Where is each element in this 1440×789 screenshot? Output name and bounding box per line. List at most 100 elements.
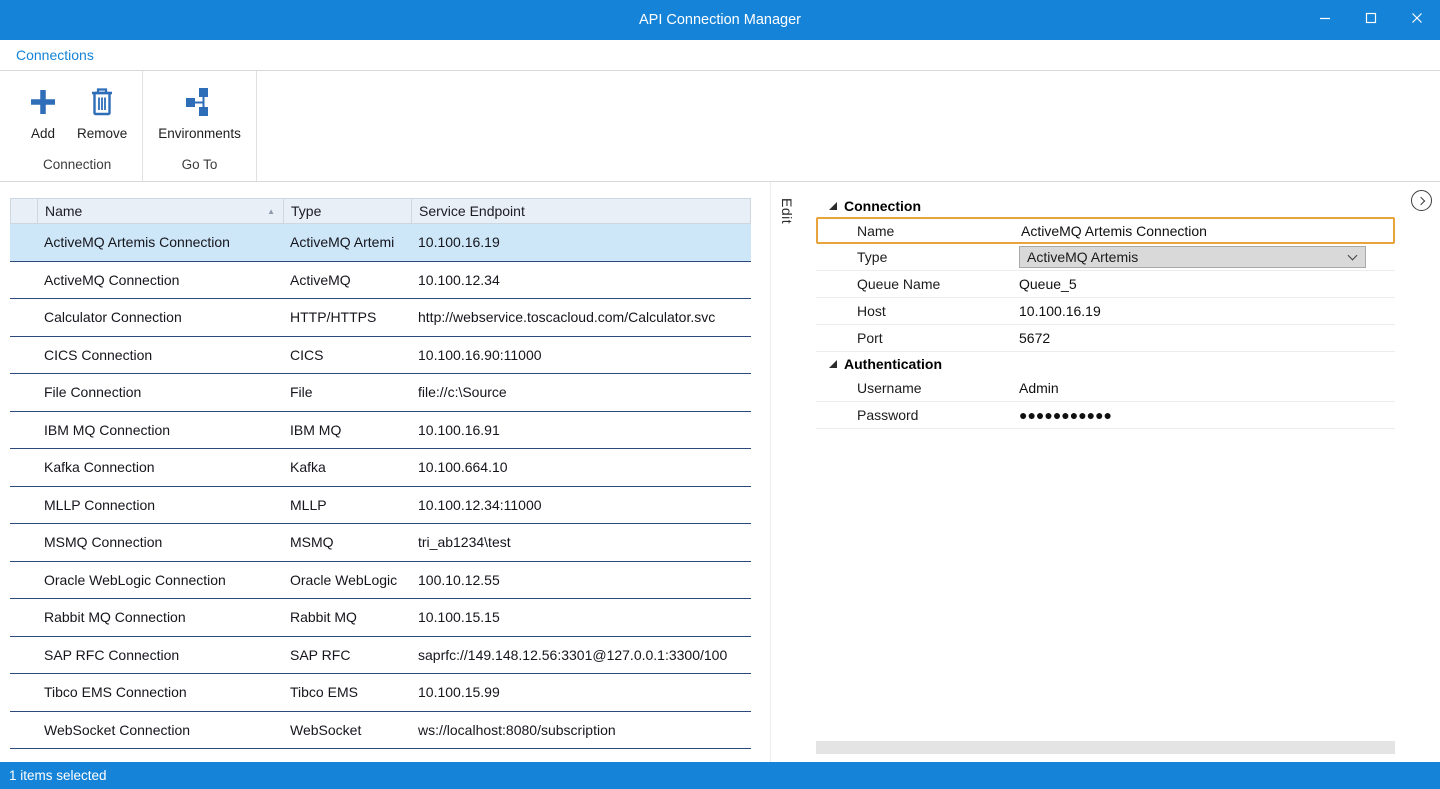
table-row[interactable]: ActiveMQ Connection ActiveMQ 10.100.12.3… bbox=[10, 262, 751, 300]
property-value-field[interactable]: 10.100.16.19 bbox=[1019, 303, 1101, 319]
table-row[interactable]: IBM MQ Connection IBM MQ 10.100.16.91 bbox=[10, 412, 751, 450]
column-header-type[interactable]: Type bbox=[284, 199, 412, 223]
horizontal-scrollbar[interactable] bbox=[816, 741, 1395, 754]
cell-type: HTTP/HTTPS bbox=[283, 309, 411, 325]
trash-icon bbox=[88, 79, 116, 125]
app-window: API Connection Manager Connections bbox=[0, 0, 1440, 789]
chevron-right-icon bbox=[1416, 196, 1424, 204]
maximize-icon bbox=[1365, 11, 1377, 29]
property-value-cell: 10.100.16.19 bbox=[1019, 298, 1395, 324]
property-label: Name bbox=[818, 223, 1021, 239]
ribbon: Add Remove Connection bbox=[0, 71, 1440, 182]
cell-endpoint: 10.100.12.34:11000 bbox=[411, 497, 751, 513]
cell-name: MSMQ Connection bbox=[37, 534, 283, 550]
expanded-triangle-icon bbox=[829, 202, 837, 210]
window-title: API Connection Manager bbox=[639, 12, 801, 28]
row-gutter-header bbox=[11, 199, 38, 223]
property-group-header[interactable]: Connection bbox=[816, 194, 1395, 217]
scrollbar-thumb[interactable] bbox=[816, 741, 1395, 754]
column-header-endpoint[interactable]: Service Endpoint bbox=[412, 199, 751, 223]
property-row: Host 10.100.16.19 bbox=[816, 298, 1395, 325]
edit-tab[interactable]: Edit bbox=[779, 198, 795, 224]
cell-endpoint: saprfc://149.148.12.56:3301@127.0.0.1:33… bbox=[411, 647, 751, 663]
cell-type: SAP RFC bbox=[283, 647, 411, 663]
cell-name: ActiveMQ Connection bbox=[37, 272, 283, 288]
add-button-label: Add bbox=[31, 126, 55, 141]
environments-button-label: Environments bbox=[158, 126, 241, 141]
minimize-icon bbox=[1319, 11, 1331, 29]
property-row: Name ActiveMQ Artemis Connection bbox=[816, 217, 1395, 244]
close-button[interactable] bbox=[1394, 0, 1440, 40]
property-value-field[interactable]: ●●●●●●●●●●● bbox=[1019, 407, 1112, 423]
cell-type: MSMQ bbox=[283, 534, 411, 550]
cell-endpoint: 10.100.16.91 bbox=[411, 422, 751, 438]
ribbon-group-label-goto: Go To bbox=[149, 150, 250, 181]
property-row: Username Admin bbox=[816, 375, 1395, 402]
diagram-icon bbox=[184, 79, 216, 125]
column-header-name-label: Name bbox=[45, 203, 82, 219]
table-body: ActiveMQ Artemis Connection ActiveMQ Art… bbox=[10, 224, 751, 749]
table-row[interactable]: ActiveMQ Artemis Connection ActiveMQ Art… bbox=[10, 224, 751, 262]
cell-type: Oracle WebLogic bbox=[283, 572, 411, 588]
maximize-button[interactable] bbox=[1348, 0, 1394, 40]
cell-endpoint: 10.100.15.99 bbox=[411, 684, 751, 700]
edit-detail-pane: Edit Connection Name ActiveMQ Artemis Co… bbox=[770, 182, 1440, 762]
table-row[interactable]: Rabbit MQ Connection Rabbit MQ 10.100.15… bbox=[10, 599, 751, 637]
table-row[interactable]: MLLP Connection MLLP 10.100.12.34:11000 bbox=[10, 487, 751, 525]
cell-type: ActiveMQ bbox=[283, 272, 411, 288]
property-label: Type bbox=[816, 249, 1019, 265]
titlebar: API Connection Manager bbox=[0, 0, 1440, 40]
cell-endpoint: http://webservice.toscacloud.com/Calcula… bbox=[411, 309, 751, 325]
table-row[interactable]: WebSocket Connection WebSocket ws://loca… bbox=[10, 712, 751, 750]
remove-button[interactable]: Remove bbox=[68, 77, 136, 143]
remove-button-label: Remove bbox=[77, 126, 127, 141]
property-row: Queue Name Queue_5 bbox=[816, 271, 1395, 298]
type-dropdown[interactable]: ActiveMQ Artemis bbox=[1019, 246, 1366, 268]
cell-endpoint: 10.100.16.19 bbox=[411, 234, 751, 250]
column-header-endpoint-label: Service Endpoint bbox=[419, 203, 525, 219]
column-header-name[interactable]: Name ▲ bbox=[38, 199, 284, 223]
property-value-cell: ●●●●●●●●●●● bbox=[1019, 402, 1395, 428]
collapse-panel-button[interactable] bbox=[1411, 190, 1432, 211]
cell-endpoint: 10.100.664.10 bbox=[411, 459, 751, 475]
property-value-field[interactable]: 5672 bbox=[1019, 330, 1050, 346]
property-row: Password ●●●●●●●●●●● bbox=[816, 402, 1395, 429]
property-label: Queue Name bbox=[816, 276, 1019, 292]
table-row[interactable]: Oracle WebLogic Connection Oracle WebLog… bbox=[10, 562, 751, 600]
property-value-cell: ActiveMQ Artemis bbox=[1019, 244, 1395, 270]
cell-name: Rabbit MQ Connection bbox=[37, 609, 283, 625]
cell-name: SAP RFC Connection bbox=[37, 647, 283, 663]
cell-type: File bbox=[283, 384, 411, 400]
property-label: Port bbox=[816, 330, 1019, 346]
property-value-field[interactable]: ActiveMQ Artemis Connection bbox=[1021, 223, 1207, 239]
table-row[interactable]: Calculator Connection HTTP/HTTPS http://… bbox=[10, 299, 751, 337]
tab-connections[interactable]: Connections bbox=[0, 47, 110, 63]
table-row[interactable]: File Connection File file://c:\Source bbox=[10, 374, 751, 412]
property-value-cell: Queue_5 bbox=[1019, 271, 1395, 297]
environments-button[interactable]: Environments bbox=[149, 77, 250, 143]
main-area: Name ▲ Type Service Endpoint ActiveMQ Ar… bbox=[0, 182, 1440, 762]
cell-name: WebSocket Connection bbox=[37, 722, 283, 738]
property-label: Username bbox=[816, 380, 1019, 396]
table-row[interactable]: SAP RFC Connection SAP RFC saprfc://149.… bbox=[10, 637, 751, 675]
ribbon-group-goto: Environments Go To bbox=[143, 71, 257, 181]
add-button[interactable]: Add bbox=[18, 77, 68, 143]
property-group-label: Connection bbox=[844, 198, 921, 214]
cell-type: WebSocket bbox=[283, 722, 411, 738]
cell-type: Rabbit MQ bbox=[283, 609, 411, 625]
property-value-field[interactable]: Admin bbox=[1019, 380, 1059, 396]
cell-type: Tibco EMS bbox=[283, 684, 411, 700]
table-header: Name ▲ Type Service Endpoint bbox=[10, 198, 751, 224]
cell-name: CICS Connection bbox=[37, 347, 283, 363]
table-row[interactable]: Kafka Connection Kafka 10.100.664.10 bbox=[10, 449, 751, 487]
table-row[interactable]: CICS Connection CICS 10.100.16.90:11000 bbox=[10, 337, 751, 375]
cell-name: ActiveMQ Artemis Connection bbox=[37, 234, 283, 250]
minimize-button[interactable] bbox=[1302, 0, 1348, 40]
column-header-type-label: Type bbox=[291, 203, 321, 219]
connections-table: Name ▲ Type Service Endpoint ActiveMQ Ar… bbox=[10, 198, 751, 749]
property-group-header[interactable]: Authentication bbox=[816, 352, 1395, 375]
table-row[interactable]: MSMQ Connection MSMQ tri_ab1234\test bbox=[10, 524, 751, 562]
property-value-field[interactable]: Queue_5 bbox=[1019, 276, 1077, 292]
table-row[interactable]: Tibco EMS Connection Tibco EMS 10.100.15… bbox=[10, 674, 751, 712]
plus-icon bbox=[27, 79, 59, 125]
